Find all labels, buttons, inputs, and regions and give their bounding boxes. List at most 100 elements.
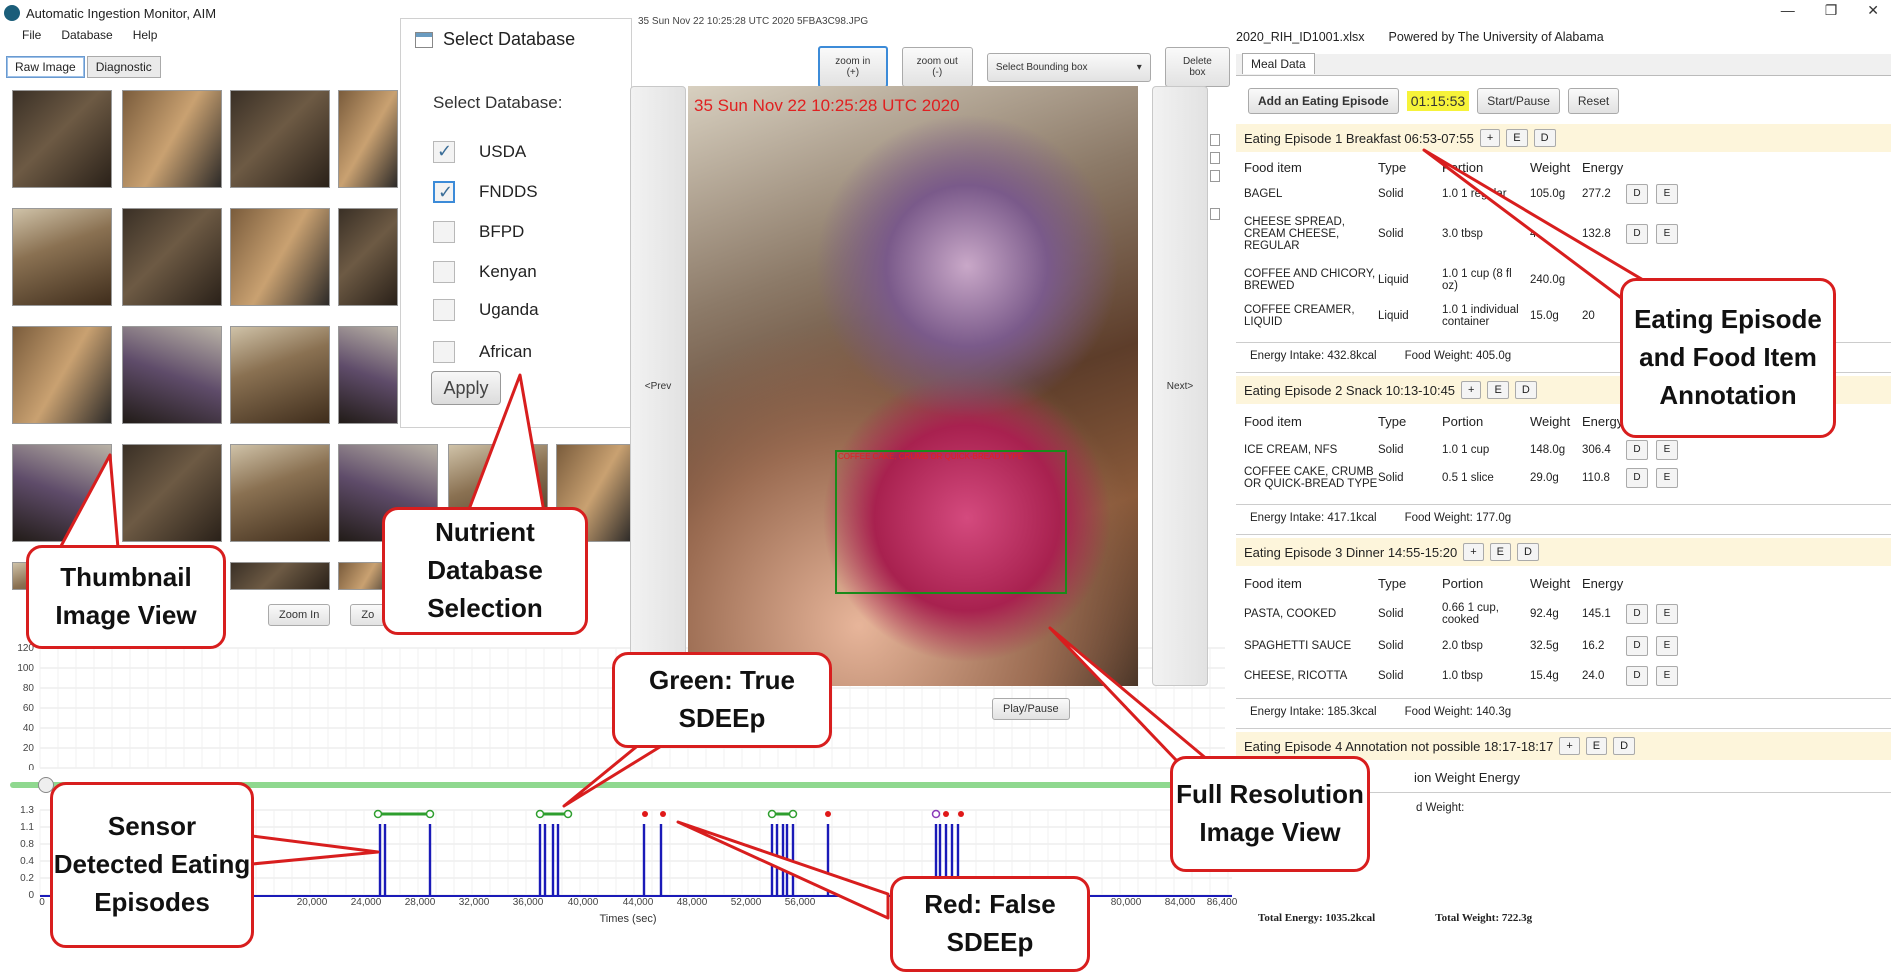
edit-episode-button[interactable]: E xyxy=(1489,543,1511,561)
reset-button[interactable]: Reset xyxy=(1567,88,1620,114)
callout-thumbnail: Thumbnail Image View xyxy=(26,545,226,649)
delete-episode-button[interactable]: D xyxy=(1613,737,1636,755)
add-item-button[interactable]: + xyxy=(1559,737,1580,755)
thumbnail-image[interactable] xyxy=(12,90,112,188)
delete-item-button[interactable]: D xyxy=(1626,224,1648,244)
db-option-african[interactable]: African xyxy=(433,341,532,363)
thumbnail-image[interactable] xyxy=(230,326,330,424)
bounding-box[interactable] xyxy=(835,450,1067,594)
thumbnail-image[interactable] xyxy=(230,444,330,542)
add-item-button[interactable]: + xyxy=(1479,129,1501,147)
checkbox-african[interactable] xyxy=(433,341,455,363)
db-option-bfpd[interactable]: BFPD xyxy=(433,221,524,243)
thumbnail-image[interactable] xyxy=(12,208,112,306)
tab-diagnostic[interactable]: Diagnostic xyxy=(86,56,161,78)
delete-item-button[interactable]: D xyxy=(1626,604,1648,624)
minimize-icon[interactable]: — xyxy=(1781,2,1795,19)
apply-button[interactable]: Apply xyxy=(431,371,501,405)
thumbnail-image[interactable] xyxy=(122,90,222,188)
thumbnail-image[interactable] xyxy=(230,562,330,590)
table-row: SPAGHETTI SAUCE Solid 2.0 tbsp 32.5g 16.2 D E xyxy=(1244,636,1686,656)
type-cell: Solid xyxy=(1378,188,1404,200)
edit-episode-button[interactable]: E xyxy=(1487,381,1509,399)
delete-box-button[interactable]: Delete box xyxy=(1164,47,1230,87)
food-cell: COFFEE AND CHICORY, BREWED xyxy=(1244,268,1376,292)
zoom-in-button[interactable]: zoom in (+) xyxy=(818,46,888,88)
episode-checkbox[interactable] xyxy=(1210,170,1220,182)
checkbox-usda[interactable] xyxy=(433,141,455,163)
edit-item-button[interactable]: E xyxy=(1656,666,1678,686)
delete-item-button[interactable]: D xyxy=(1626,666,1648,686)
prev-button[interactable]: <Prev xyxy=(630,86,686,686)
thumb-zoom-out-button[interactable]: Zo xyxy=(350,604,386,626)
edit-item-button[interactable]: E xyxy=(1656,636,1678,656)
thumbnail-image[interactable] xyxy=(122,326,222,424)
episode-checkbox[interactable] xyxy=(1210,208,1220,220)
menu-help[interactable]: Help xyxy=(133,28,158,50)
start-pause-button[interactable]: Start/Pause xyxy=(1477,88,1560,114)
menu-file[interactable]: File xyxy=(22,28,41,50)
db-option-fndds[interactable]: FNDDS xyxy=(433,181,538,203)
tab-raw-image[interactable]: Raw Image xyxy=(6,56,85,78)
next-button[interactable]: Next> xyxy=(1152,86,1208,686)
edit-item-button[interactable]: E xyxy=(1656,440,1678,460)
thumbnail-image[interactable] xyxy=(12,326,112,424)
db-option-kenyan[interactable]: Kenyan xyxy=(433,261,537,283)
restore-icon[interactable]: ❐ xyxy=(1825,2,1838,19)
edit-item-button[interactable]: E xyxy=(1656,224,1678,244)
divider xyxy=(1236,728,1891,729)
delete-item-button[interactable]: D xyxy=(1626,184,1648,204)
bounding-box-select[interactable]: Select Bounding box ▾ xyxy=(986,52,1151,82)
delete-item-button[interactable]: D xyxy=(1626,636,1648,656)
edit-item-button[interactable]: E xyxy=(1656,468,1678,488)
x-tick-label: 36,000 xyxy=(513,897,544,908)
type-cell: Solid xyxy=(1378,228,1404,240)
thumbnail-image[interactable] xyxy=(122,208,222,306)
checkbox-bfpd[interactable] xyxy=(433,221,455,243)
edit-episode-button[interactable]: E xyxy=(1585,737,1608,755)
edit-item-button[interactable]: E xyxy=(1656,184,1678,204)
episode-checkbox[interactable] xyxy=(1210,134,1220,146)
checkbox-kenyan[interactable] xyxy=(433,261,455,283)
add-item-button[interactable]: + xyxy=(1461,381,1482,399)
thumbnail-image[interactable] xyxy=(338,326,398,424)
thumbnail-image[interactable] xyxy=(122,444,222,542)
false-episode-marker xyxy=(825,811,831,817)
energy-intake: Energy Intake: 417.1kcal xyxy=(1250,512,1377,524)
y-tick-label: 0.2 xyxy=(20,873,34,884)
divider xyxy=(1236,698,1891,699)
delete-episode-button[interactable]: D xyxy=(1517,543,1539,561)
delete-item-button[interactable]: D xyxy=(1626,468,1648,488)
episode-header: Eating Episode 3 Dinner 14:55-15:20 + E D xyxy=(1236,538,1891,566)
weight-cell: 15.4g xyxy=(1530,670,1559,682)
checkbox-fndds[interactable] xyxy=(433,181,455,203)
db-option-label: FNDDS xyxy=(479,182,538,201)
delete-item-button[interactable]: D xyxy=(1626,440,1648,460)
tab-meal-data[interactable]: Meal Data xyxy=(1242,53,1315,74)
full-image-panel: 35 Sun Nov 22 10:25:28 UTC 2020 5FBA3C98… xyxy=(630,0,1230,720)
db-option-usda[interactable]: USDA xyxy=(433,141,526,163)
thumbnail-image[interactable] xyxy=(12,444,112,542)
y-tick-label: 0 xyxy=(28,890,34,901)
edit-episode-button[interactable]: E xyxy=(1506,129,1528,147)
delete-episode-button[interactable]: D xyxy=(1533,129,1556,147)
thumbnail-image[interactable] xyxy=(230,208,330,306)
thumbnail-image[interactable] xyxy=(338,90,398,188)
menu-database[interactable]: Database xyxy=(61,28,112,50)
add-item-button[interactable]: + xyxy=(1463,543,1484,561)
checkbox-uganda[interactable] xyxy=(433,299,455,321)
thumb-zoom-in-button[interactable]: Zoom In xyxy=(268,604,331,626)
add-eating-episode-button[interactable]: Add an Eating Episode xyxy=(1248,88,1399,114)
close-icon[interactable]: ✕ xyxy=(1867,2,1879,19)
zoom-out-button[interactable]: zoom out (-) xyxy=(901,47,973,87)
play-pause-button[interactable]: Play/Pause xyxy=(992,698,1070,720)
full-resolution-photo[interactable]: 35 Sun Nov 22 10:25:28 UTC 2020 COFFEE C… xyxy=(688,86,1138,686)
portion-cell: 0.5 1 slice xyxy=(1442,472,1494,484)
thumbnail-image[interactable] xyxy=(338,208,398,306)
edit-item-button[interactable]: E xyxy=(1656,604,1678,624)
db-option-uganda[interactable]: Uganda xyxy=(433,299,539,321)
episode-checkbox[interactable] xyxy=(1210,152,1220,164)
select-database-dialog: Select Database Select Database: USDA FN… xyxy=(400,18,632,428)
delete-episode-button[interactable]: D xyxy=(1514,381,1537,399)
thumbnail-image[interactable] xyxy=(230,90,330,188)
